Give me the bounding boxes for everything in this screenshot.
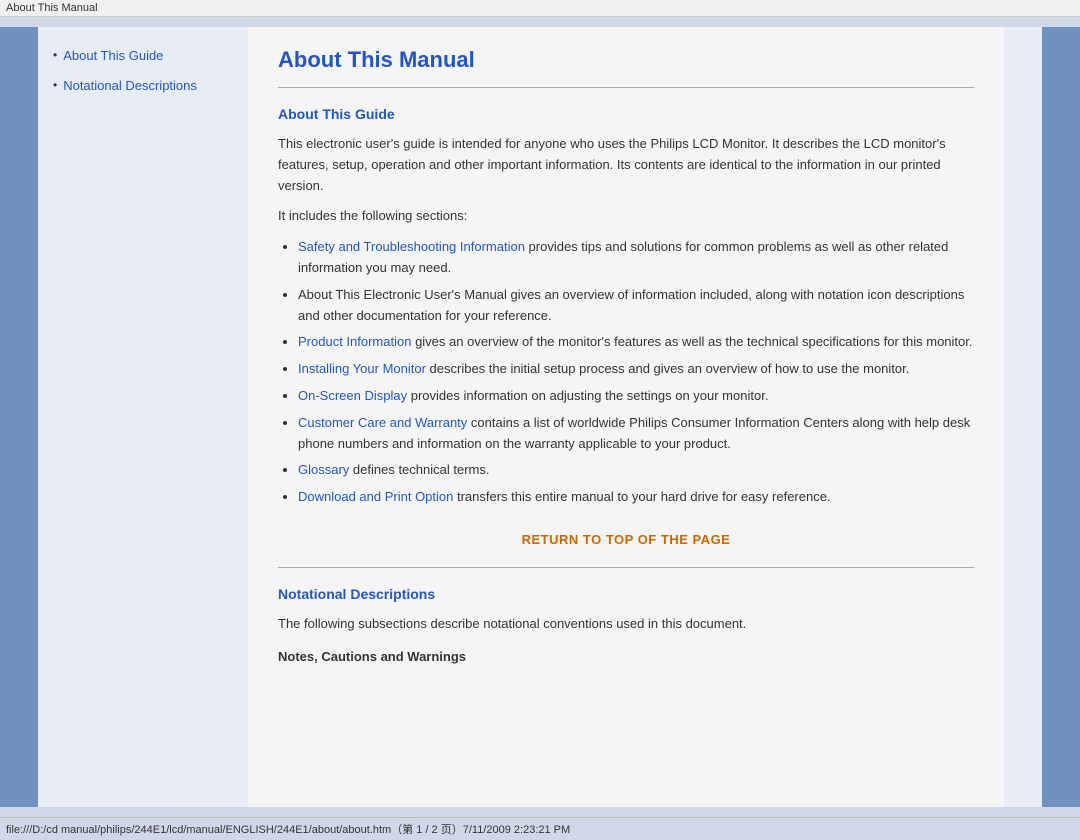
sidebar-item-notational: Notational Descriptions	[53, 77, 233, 95]
about-guide-section: About This Guide This electronic user's …	[278, 106, 974, 547]
notational-section: Notational Descriptions The following su…	[278, 586, 974, 664]
list-item: Installing Your Monitor describes the in…	[298, 359, 974, 380]
right-accent-bar-1	[1004, 27, 1042, 807]
list-item: About This Electronic User's Manual give…	[298, 285, 974, 327]
glossary-link[interactable]: Glossary	[298, 462, 349, 477]
osd-text: provides information on adjusting the se…	[407, 388, 768, 403]
electronic-manual-text: About This Electronic User's Manual give…	[298, 287, 964, 323]
sidebar-item-about-guide: About This Guide	[53, 47, 233, 65]
installing-link[interactable]: Installing Your Monitor	[298, 361, 426, 376]
list-item: Safety and Troubleshooting Information p…	[298, 237, 974, 279]
list-item: Download and Print Option transfers this…	[298, 487, 974, 508]
notational-title: Notational Descriptions	[278, 586, 974, 602]
list-item: On-Screen Display provides information o…	[298, 386, 974, 407]
sidebar-nav-list: About This Guide Notational Descriptions	[53, 47, 233, 95]
sidebar: About This Guide Notational Descriptions	[38, 27, 248, 807]
product-info-text: gives an overview of the monitor's featu…	[411, 334, 972, 349]
sidebar-link-about-guide[interactable]: About This Guide	[63, 47, 163, 65]
left-accent-bar	[0, 27, 38, 807]
guide-bullet-list: Safety and Troubleshooting Information p…	[298, 237, 974, 508]
main-content: About This Manual About This Guide This …	[248, 27, 1004, 807]
sidebar-link-notational[interactable]: Notational Descriptions	[63, 77, 197, 95]
top-divider	[278, 87, 974, 88]
return-to-top-link[interactable]: RETURN TO TOP OF THE PAGE	[522, 532, 731, 547]
list-item: Glossary defines technical terms.	[298, 460, 974, 481]
product-info-link[interactable]: Product Information	[298, 334, 411, 349]
includes-text: It includes the following sections:	[278, 206, 974, 227]
download-link[interactable]: Download and Print Option	[298, 489, 453, 504]
return-to-top: RETURN TO TOP OF THE PAGE	[278, 532, 974, 547]
list-item: Product Information gives an overview of…	[298, 332, 974, 353]
notes-cautions-warnings: Notes, Cautions and Warnings	[278, 649, 974, 664]
notational-intro: The following subsections describe notat…	[278, 614, 974, 635]
about-guide-title: About This Guide	[278, 106, 974, 122]
glossary-text: defines technical terms.	[349, 462, 489, 477]
customer-care-link[interactable]: Customer Care and Warranty	[298, 415, 467, 430]
about-guide-intro: This electronic user's guide is intended…	[278, 134, 974, 196]
right-accent-bar-2	[1042, 27, 1080, 807]
safety-link[interactable]: Safety and Troubleshooting Information	[298, 239, 525, 254]
mid-divider	[278, 567, 974, 568]
list-item: Customer Care and Warranty contains a li…	[298, 413, 974, 455]
page-title: About This Manual	[278, 47, 974, 73]
status-bar: file:///D:/cd manual/philips/244E1/lcd/m…	[0, 817, 1080, 840]
osd-link[interactable]: On-Screen Display	[298, 388, 407, 403]
download-text: transfers this entire manual to your har…	[453, 489, 830, 504]
browser-title-bar: About This Manual	[0, 0, 1080, 17]
installing-text: describes the initial setup process and …	[426, 361, 909, 376]
